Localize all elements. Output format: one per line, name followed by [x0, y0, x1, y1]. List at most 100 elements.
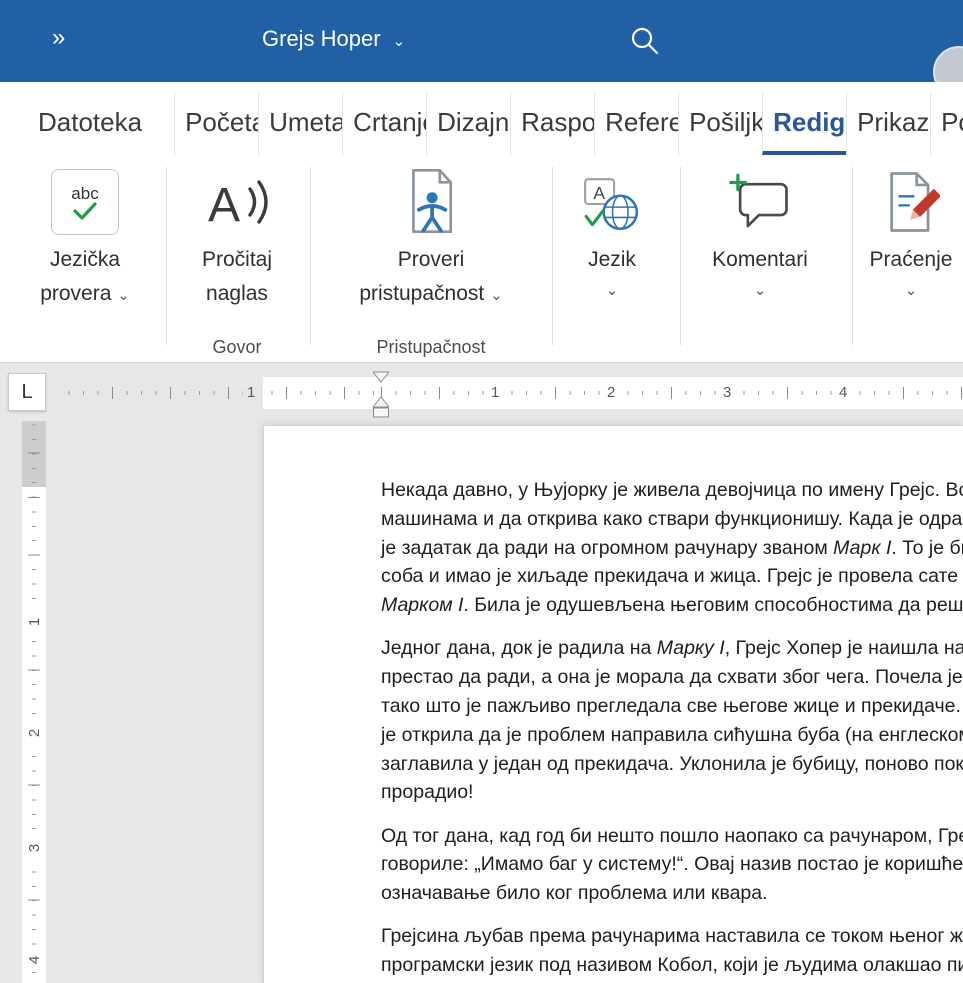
quick-access-overflow-button[interactable]: »	[52, 24, 68, 52]
search-icon[interactable]	[628, 24, 662, 58]
text-run: Некада давно, у Њујорку је живела девојч…	[381, 479, 963, 501]
read-aloud-icon: A	[204, 161, 270, 235]
text-run: , Грејс Хопер је наишла на проб	[724, 637, 963, 660]
title-bar: » Grejs Hoper ⌄	[0, 0, 963, 98]
check-accessibility-label: Proveri pristupačnost ⌄	[359, 248, 503, 305]
paragraph-4: Грејсина љубав према рачунарима наставил…	[381, 922, 963, 983]
chevron-down-icon: ⌄	[605, 282, 619, 299]
tab-crtanje[interactable]: Crtanje	[342, 93, 426, 155]
ruler-number: 1	[24, 612, 44, 632]
tab-reference[interactable]: Reference	[594, 93, 678, 155]
language-icon: A	[581, 161, 643, 235]
tracking-label: Praćenje ⌄	[869, 248, 953, 299]
group-divider	[852, 167, 853, 345]
tracking-button[interactable]: Praćenje ⌄	[858, 161, 963, 301]
text-run: заглавила у један од прекидача. Уклонила…	[381, 752, 963, 775]
text-run: . Била је одушевљена његовим способности…	[463, 594, 963, 617]
comments-button[interactable]: Komentari ⌄	[694, 161, 826, 301]
read-aloud-label: Pročitaj naglas	[201, 248, 273, 305]
text-run: Од тог дана, кад год би нешто пошло наоп…	[381, 824, 963, 847]
tab-posiljke[interactable]: Pošiljke	[678, 93, 762, 155]
document-text: Некада давно, у Њујорку је живела девојч…	[264, 426, 963, 983]
svg-text:A: A	[593, 183, 605, 203]
read-aloud-button[interactable]: A Pročitaj naglas	[172, 161, 302, 311]
text-run: означавање било ког проблема или квара.	[381, 882, 768, 905]
tab-prikaz[interactable]: Prikaz	[846, 93, 930, 155]
text-run-italic: Марк I	[833, 536, 892, 559]
ruler-number: 4	[835, 383, 852, 403]
text-line[interactable]: Некада давно, у Њујорку је живела девојч…	[381, 476, 963, 505]
text-run: . То је био рач	[891, 536, 963, 559]
document-workspace: L 1 1 2 3 4 1 2 3 4 Некада давно, у Њујо…	[0, 363, 963, 983]
tab-redigovanje[interactable]: Redigovanje	[762, 93, 847, 155]
text-line[interactable]: машинама и да открива како ствари функци…	[381, 505, 963, 534]
ribbon-tab-row: Datoteka Početak Umetanje Crtanje Dizajn…	[0, 82, 963, 155]
text-run: говориле: „Имамо баг у систему!“. Овај н…	[381, 853, 963, 876]
text-run-italic: Марком I	[381, 594, 464, 617]
text-line[interactable]: заглавила у један од прекидача. Уклонила…	[381, 750, 963, 779]
text-line[interactable]: Од тог дана, кад год би нешто пошло наоп…	[381, 822, 963, 851]
text-run: Грејсина љубав према рачунарима наставил…	[381, 925, 963, 948]
tab-dizajn[interactable]: Dizajn	[426, 93, 510, 155]
text-line[interactable]: соба и имао је хиљаде прекидача и жица. …	[381, 562, 963, 591]
document-title: Grejs Hoper	[262, 26, 381, 51]
text-line[interactable]: је задатак да ради на огромном рачунару …	[381, 534, 963, 563]
text-line[interactable]: прорадио!	[381, 778, 963, 807]
text-line[interactable]: означавање било ког проблема или квара.	[381, 879, 963, 908]
group-divider	[166, 167, 167, 345]
ruler-number: 1	[487, 383, 504, 403]
comments-label: Komentari ⌄	[712, 248, 808, 299]
paragraph-2: Једног дана, док је радила на Марку I, Г…	[381, 634, 963, 807]
text-run: прорадио!	[381, 781, 474, 804]
text-run: је задатак да ради на огромном рачунару …	[381, 536, 834, 559]
indent-marker[interactable]	[371, 371, 391, 424]
text-line[interactable]: је открила да је проблем направила сићуш…	[381, 721, 963, 750]
text-line[interactable]: програмски језик под називом Кобол, који…	[381, 951, 963, 980]
spelling-check-label: Jezička provera ⌄	[40, 248, 130, 305]
check-icon	[73, 201, 97, 220]
text-run: Једног дана, док је радила на	[381, 637, 657, 660]
svg-text:A: A	[208, 179, 240, 232]
ruler-ticks	[56, 377, 963, 409]
ruler-number: 4	[24, 950, 44, 970]
group-label-accessibility: Pristupačnost	[376, 337, 486, 357]
paragraph-3: Од тог дана, кад год би нешто пошло наоп…	[381, 822, 963, 908]
document-title-button[interactable]: Grejs Hoper ⌄	[262, 26, 405, 52]
ribbon-review: abc Jezička provera ⌄ A Pročitaj naglas	[0, 155, 963, 363]
tab-raspored[interactable]: Raspored	[510, 93, 594, 155]
chevron-down-icon: ⌄	[753, 282, 767, 299]
ruler-number: 3	[719, 383, 736, 403]
chevron-down-icon: ⌄	[904, 282, 918, 299]
ruler-number: 2	[603, 383, 620, 403]
horizontal-ruler[interactable]: 1 1 2 3 4	[0, 377, 963, 409]
tracking-icon	[882, 161, 940, 235]
text-line[interactable]: Једног дана, док је радила на Марку I, Г…	[381, 634, 963, 663]
text-run: програмски језик под називом Кобол, који…	[381, 954, 963, 977]
paragraph-1: Некада давно, у Њујорку је живела девојч…	[381, 476, 963, 620]
text-line[interactable]: тако што је пажљиво прегледала све његов…	[381, 692, 963, 721]
text-line[interactable]: престао да ради, а она је морала да схва…	[381, 663, 963, 692]
chevron-down-icon: ⌄	[490, 287, 503, 304]
group-divider	[680, 167, 681, 345]
document-page[interactable]: Некада давно, у Њујорку је живела девојч…	[263, 425, 963, 983]
text-run: тако што је пажљиво прегледала све његов…	[381, 694, 963, 717]
ruler-number: 3	[24, 838, 44, 858]
language-button[interactable]: A Jezik ⌄	[560, 161, 664, 301]
accessibility-icon	[400, 161, 462, 235]
language-label: Jezik ⌄	[588, 248, 636, 299]
tab-pocetak[interactable]: Početak	[174, 93, 258, 155]
text-line[interactable]: говориле: „Имамо баг у систему!“. Овај н…	[381, 850, 963, 879]
spelling-check-button[interactable]: abc Jezička provera ⌄	[18, 161, 152, 313]
vertical-ruler[interactable]: 1 2 3 4	[22, 421, 46, 983]
tab-umetanje[interactable]: Umetanje	[258, 93, 342, 155]
text-run-italic: Марку I	[656, 637, 725, 660]
ruler-ticks	[22, 421, 46, 983]
comments-icon	[728, 161, 792, 235]
tab-pomoc[interactable]: Pomoć	[930, 93, 963, 155]
text-line[interactable]: Марком I. Била је одушевљена његовим спо…	[381, 591, 963, 620]
check-accessibility-button[interactable]: Proveri pristupačnost ⌄	[325, 161, 537, 313]
group-divider	[310, 167, 311, 345]
tab-datoteka[interactable]: Datoteka	[34, 93, 146, 155]
group-divider	[552, 167, 553, 345]
text-line[interactable]: Грејсина љубав према рачунарима наставил…	[381, 922, 963, 951]
